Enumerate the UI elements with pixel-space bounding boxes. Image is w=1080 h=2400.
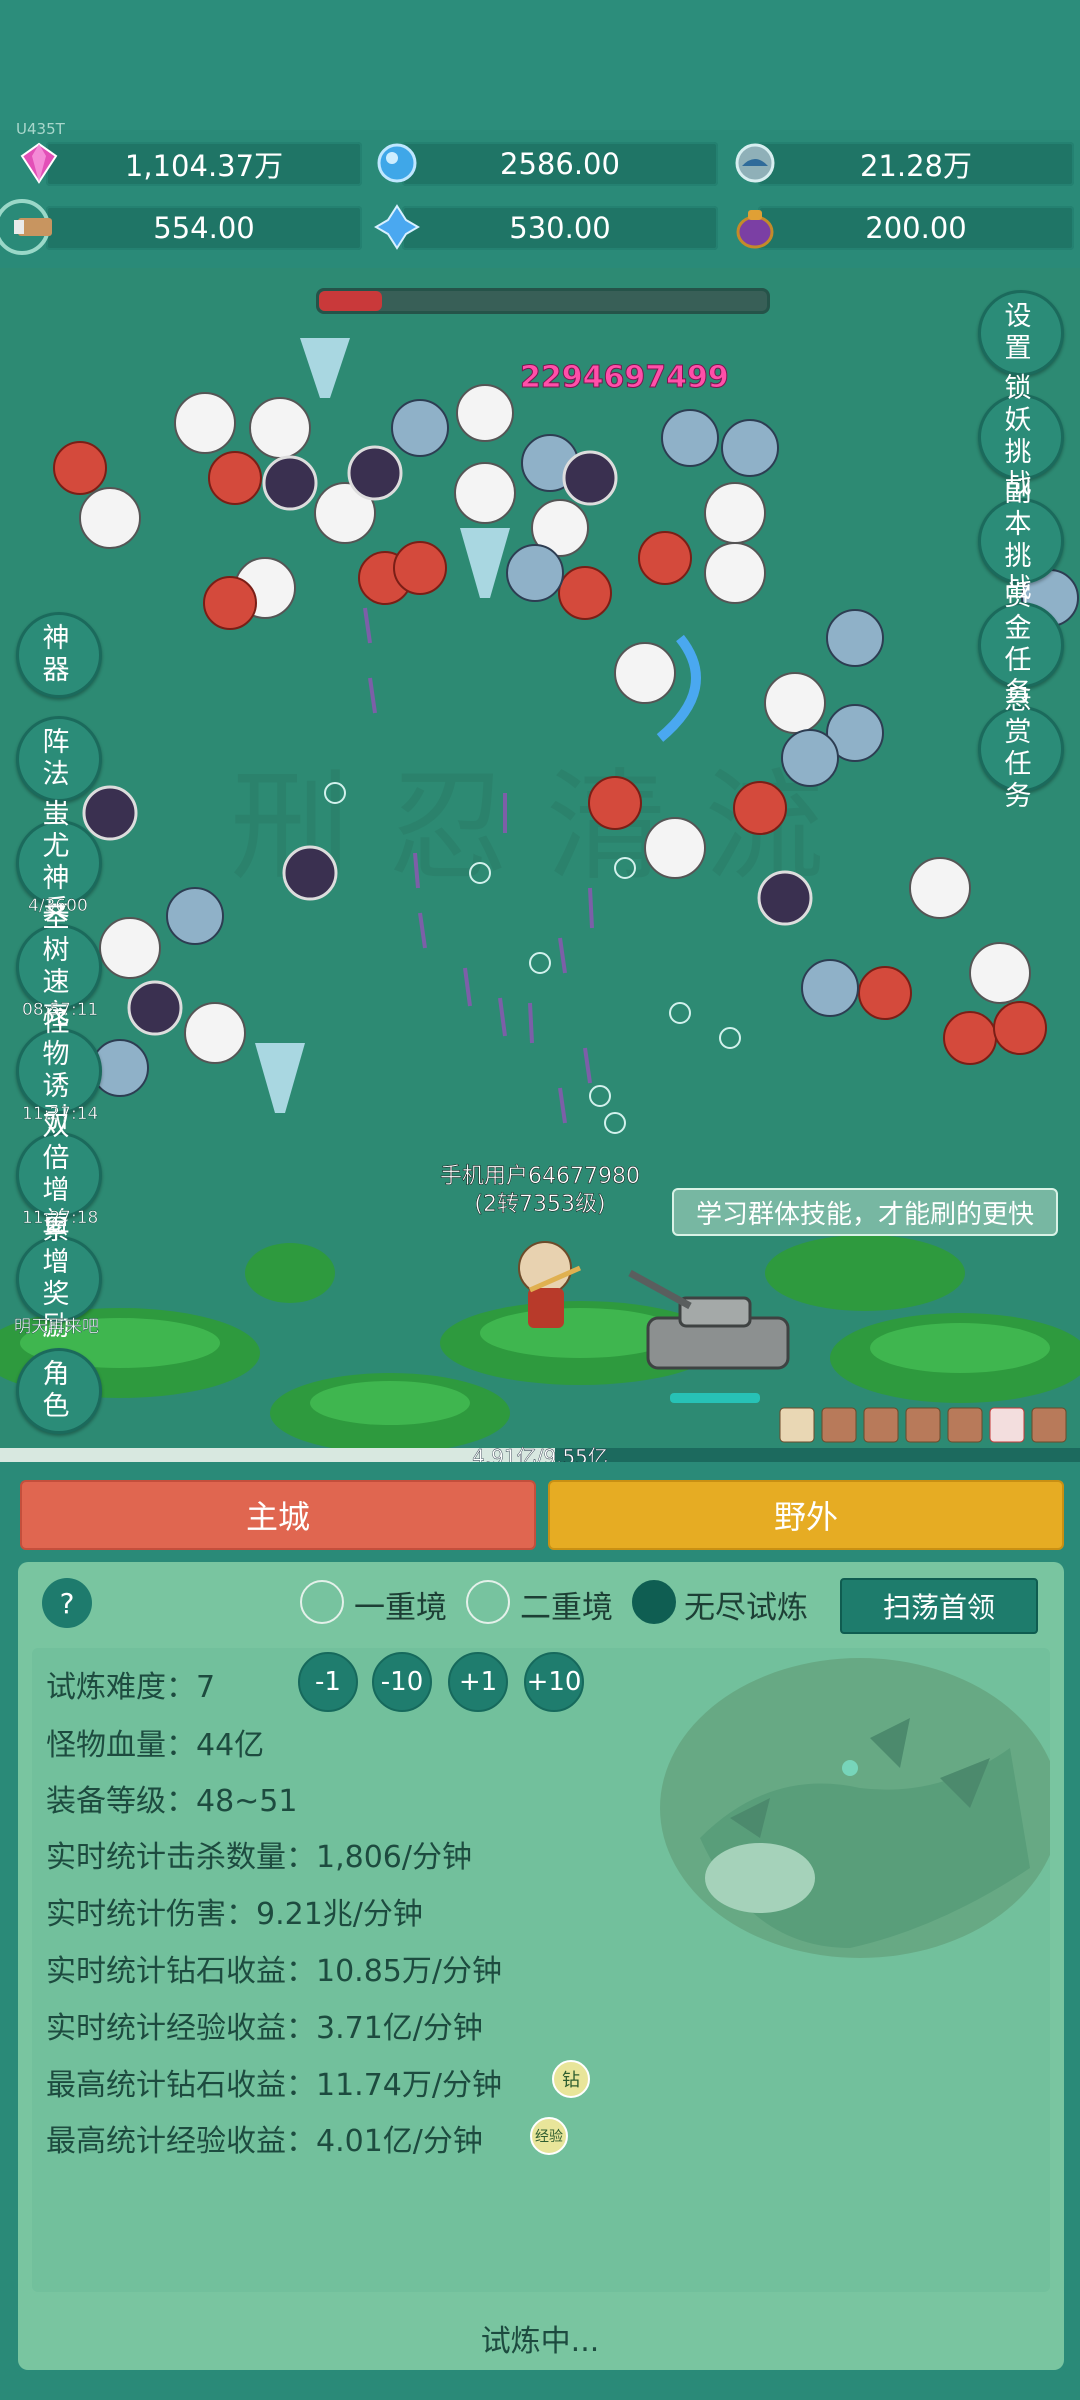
exp-badge: 经验 (530, 2117, 568, 2155)
menu-demon-lock-button[interactable]: 锁妖挑战 (978, 373, 1064, 500)
stat-monster-hp: 怪物血量：44亿 (46, 1728, 265, 1763)
purple-bag-icon (736, 210, 774, 249)
menu-label: 阵法 (42, 727, 76, 790)
stat-kills: 实时统计击杀数量：1,806/分钟 (46, 1840, 472, 1875)
stat-equipment-level: 装备等级：48~51 (46, 1784, 298, 1819)
battle-field[interactable]: 刑 忍 清 流 (0, 268, 1080, 1448)
menu-formation-button[interactable]: 阵法 (16, 716, 102, 802)
player-level: (2转7353级) (474, 1192, 606, 1218)
resource-value: 554.00 (153, 211, 255, 245)
resource-value: 530.00 (509, 211, 611, 245)
resource-value: 21.28万 (859, 149, 973, 183)
menu-accumulate-reward-button[interactable]: 累增奖励 (16, 1215, 102, 1342)
resource-ice: 530.00 (402, 206, 718, 250)
help-button[interactable]: ? (42, 1578, 92, 1628)
menu-label: 设置 (1004, 301, 1038, 364)
sweep-boss-button[interactable]: 扫荡首领 (840, 1578, 1038, 1634)
difficulty-minus-1-button[interactable]: -1 (298, 1652, 358, 1712)
blue-diamond-icon (377, 143, 417, 183)
main-city-button[interactable]: 主城 (20, 1480, 536, 1550)
mode-radio-1[interactable] (300, 1580, 344, 1624)
mode-label-2[interactable]: 二重境 (520, 1582, 613, 1627)
menu-double-buff-button[interactable]: 双倍增益 (16, 1111, 102, 1238)
damage-number: 2294697499 (520, 360, 730, 396)
difficulty-plus-1-button[interactable]: +1 (448, 1652, 508, 1712)
status-bar-area (0, 0, 1080, 130)
menu-holy-tree-button[interactable]: 圣树速充 (16, 903, 102, 1030)
resource-value: 1,104.37万 (124, 149, 284, 183)
tank-pet (628, 1269, 790, 1403)
resource-axe: 554.00 (46, 206, 362, 250)
resource-diamond: 2586.00 (402, 142, 718, 186)
version-label: U435T (16, 120, 65, 138)
menu-label: 神器 (42, 623, 76, 686)
dark-monsters (82, 445, 813, 1036)
wild-button[interactable]: 野外 (548, 1480, 1064, 1550)
mode-radio-endless[interactable] (632, 1580, 676, 1624)
resource-orb: 21.28万 (758, 142, 1074, 186)
menu-monster-lure-button[interactable]: 怪物诱引 (16, 1007, 102, 1134)
menu-label: 角色 (42, 1359, 76, 1422)
accumulate-reward-note: 明天再来吧 (14, 1317, 99, 1337)
ice-crystal-icon (374, 204, 420, 250)
resource-value: 2586.00 (500, 147, 620, 181)
pink-gem-icon (20, 142, 58, 184)
stat-difficulty: 试炼难度：7 (46, 1670, 216, 1705)
skill-tip: 学习群体技能，才能刷的更快 (672, 1188, 1058, 1236)
stat-best-diamond-income: 最高统计钻石收益：11.74万/分钟 (46, 2068, 502, 2103)
equipment-slots (779, 1407, 1067, 1443)
menu-character-button[interactable]: 角色 (16, 1348, 102, 1434)
difficulty-minus-10-button[interactable]: -10 (372, 1652, 432, 1712)
tiger-artwork (660, 1658, 1050, 1958)
boss-hp-bar (316, 288, 770, 314)
menu-reward-task-button[interactable]: 悬赏任务 (978, 685, 1064, 812)
menu-settings-button[interactable]: 设置 (978, 290, 1064, 376)
stat-exp-income: 实时统计经验收益：3.71亿/分钟 (46, 2011, 483, 2046)
stat-best-exp-income: 最高统计经验收益：4.01亿/分钟 (46, 2124, 483, 2159)
resource-value: 200.00 (865, 211, 967, 245)
mode-label-1[interactable]: 一重境 (354, 1582, 447, 1627)
mode-radio-2[interactable] (466, 1580, 510, 1624)
resource-gem: 1,104.37万 (46, 142, 362, 186)
boss-hp-fill (319, 291, 382, 311)
diamond-badge: 钻 (552, 2060, 590, 2098)
stat-diamond-income: 实时统计钻石收益：10.85万/分钟 (46, 1954, 502, 1989)
battle-scene: 刑 忍 清 流 (0, 338, 1080, 1448)
difficulty-plus-10-button[interactable]: +10 (524, 1652, 584, 1712)
menu-chiyou-weapon-button[interactable]: 蚩尤神兵 (16, 799, 102, 926)
crystal-orb-icon (735, 143, 775, 183)
menu-label: 悬赏任务 (1004, 685, 1038, 812)
resource-bag: 200.00 (758, 206, 1074, 250)
stat-damage: 实时统计伤害：9.21兆/分钟 (46, 1897, 423, 1932)
mode-label-endless[interactable]: 无尽试炼 (684, 1582, 808, 1627)
menu-dungeon-button[interactable]: 副本挑战 (978, 477, 1064, 604)
trial-status: 试炼中... (480, 2324, 600, 2359)
menu-bounty-gold-button[interactable]: 赏金任务 (978, 581, 1064, 708)
menu-artifact-button[interactable]: 神器 (16, 612, 102, 698)
axe-icon[interactable] (0, 196, 62, 258)
